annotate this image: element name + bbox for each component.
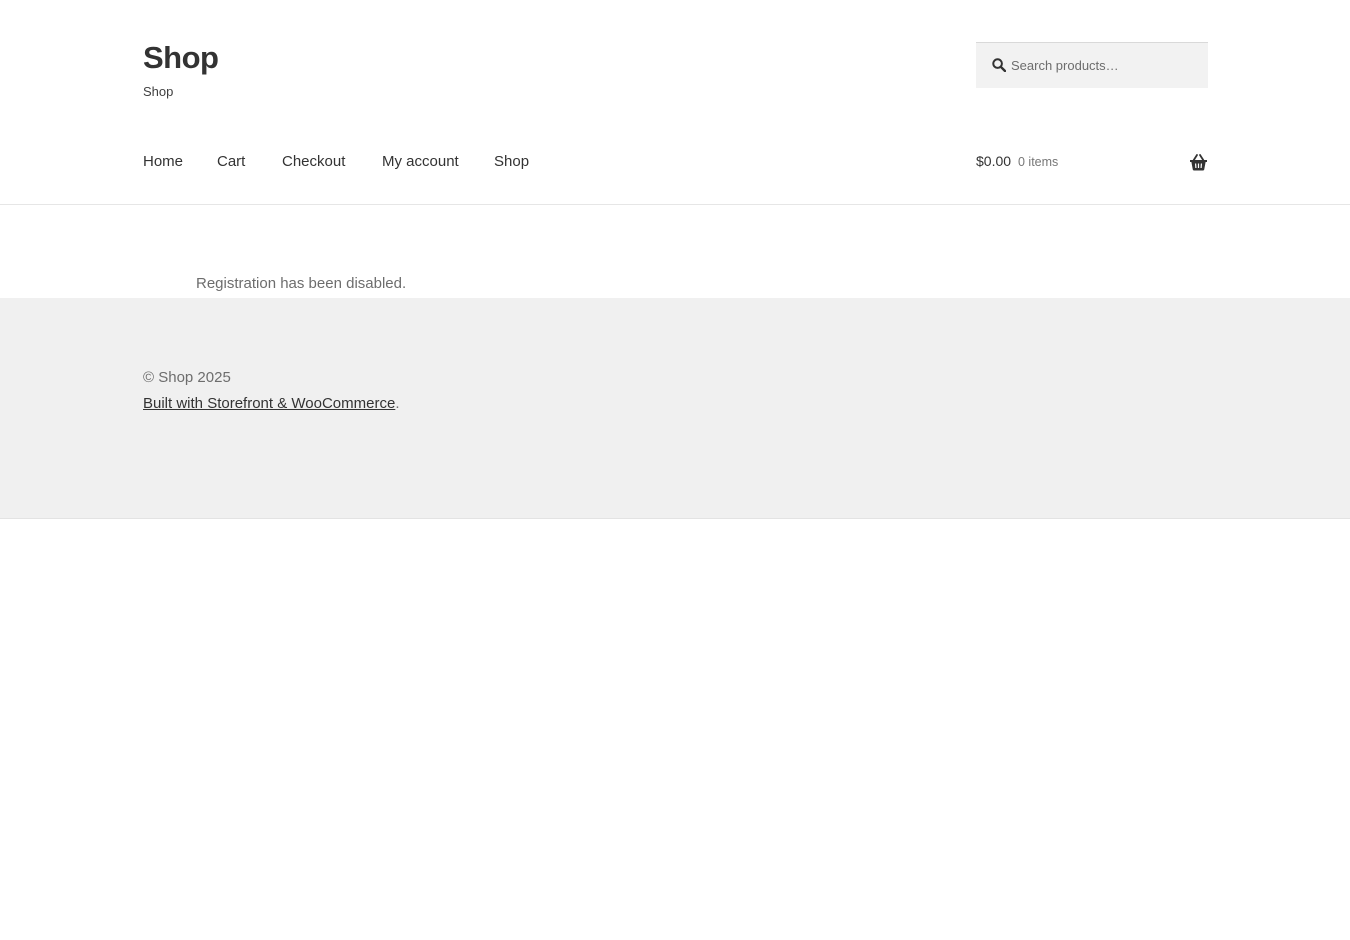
search-icon[interactable] (992, 58, 1006, 72)
header-cart-link[interactable]: $0.00 0 items (976, 153, 1208, 177)
cart-item-count: 0 items (1018, 155, 1059, 169)
registration-disabled-notice: Registration has been disabled. (196, 275, 407, 292)
site-tagline: Shop (143, 84, 174, 99)
nav-item-shop[interactable]: Shop (494, 153, 529, 170)
search-input[interactable] (1011, 51, 1201, 79)
nav-item-my-account[interactable]: My account (382, 153, 459, 170)
main-content: Registration has been disabled. (0, 205, 1350, 298)
footer-copyright: © Shop 2025 (143, 369, 231, 386)
cart-amount: $0.00 (976, 153, 1012, 169)
nav-item-checkout[interactable]: Checkout (282, 153, 345, 170)
product-search-form (976, 42, 1208, 88)
site-header: Shop Shop Home Cart Checkout My account … (0, 0, 1350, 205)
nav-item-home[interactable]: Home (143, 153, 183, 170)
site-title[interactable]: Shop (143, 40, 219, 76)
credit-suffix: . (395, 395, 400, 412)
nav-item-cart[interactable]: Cart (217, 153, 245, 170)
basket-icon (1190, 154, 1207, 171)
storefront-credit-link[interactable]: Built with Storefront & WooCommerce (143, 395, 395, 412)
footer-credit: Built with Storefront & WooCommerce. (143, 395, 399, 412)
site-footer: © Shop 2025 Built with Storefront & WooC… (0, 298, 1350, 519)
